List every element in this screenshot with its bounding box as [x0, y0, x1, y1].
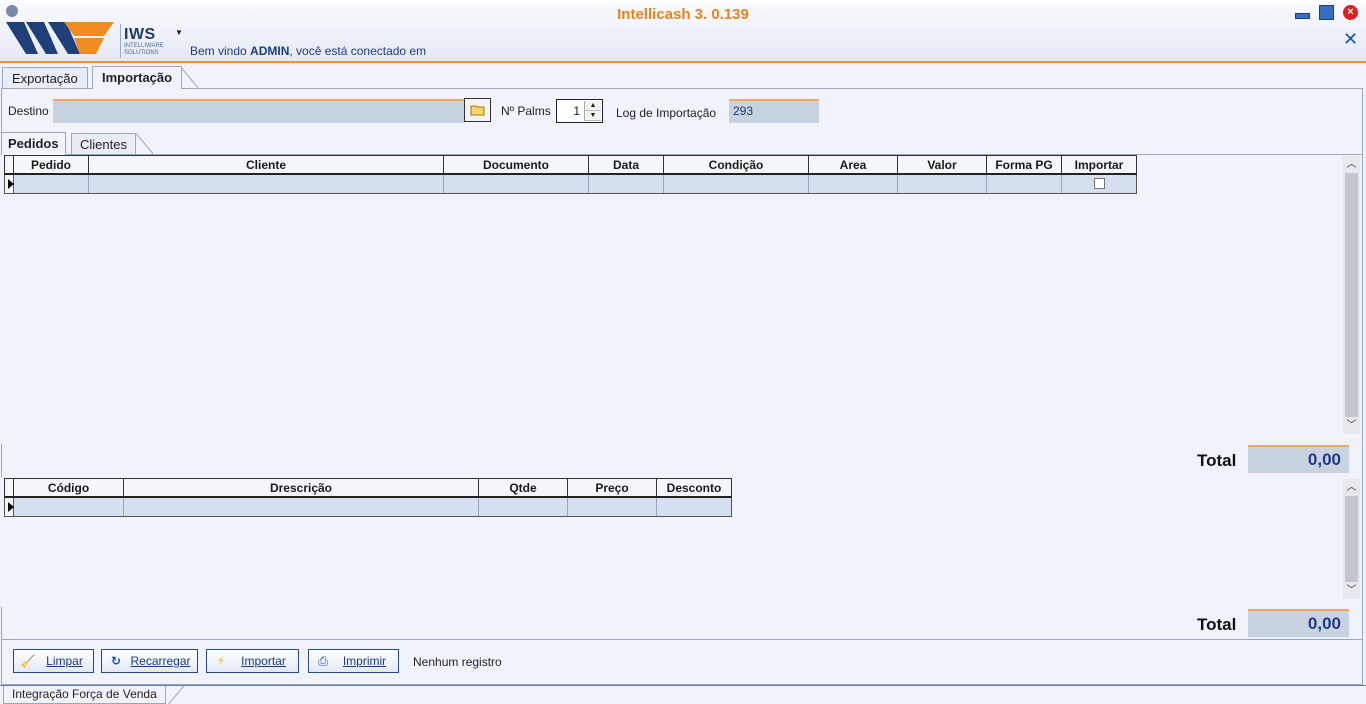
- importar-button[interactable]: ⚡ Importar: [206, 649, 299, 673]
- palms-value: 1: [573, 104, 580, 118]
- cell-condicao[interactable]: [664, 175, 809, 193]
- cell-qtde[interactable]: [479, 498, 568, 516]
- table-row[interactable]: [4, 498, 732, 517]
- tab-integracao-forca-de-venda[interactable]: Integração Força de Venda: [3, 686, 166, 704]
- recarregar-button[interactable]: ↻ Recarregar: [101, 649, 198, 673]
- importar-checkbox[interactable]: [1093, 178, 1105, 189]
- cell-data[interactable]: [589, 175, 664, 193]
- row-indicator-header: [5, 479, 14, 496]
- orders-scrollbar[interactable]: ︿ ﹀: [1343, 156, 1360, 434]
- log-label: Log de Importação: [616, 106, 717, 120]
- scroll-thumb[interactable]: [1345, 173, 1358, 417]
- scroll-down-icon[interactable]: ﹀: [1343, 417, 1360, 434]
- cell-documento[interactable]: [444, 175, 589, 193]
- col-documento[interactable]: Documento: [444, 156, 589, 173]
- imprimir-button[interactable]: ⎙ Imprimir: [308, 649, 399, 673]
- palms-stepper[interactable]: 1 ▲ ▼: [556, 99, 603, 123]
- limpar-button[interactable]: 🧹 Limpar: [13, 649, 94, 673]
- cell-desconto[interactable]: [657, 498, 731, 516]
- col-valor[interactable]: Valor: [898, 156, 987, 173]
- col-desconto[interactable]: Desconto: [657, 479, 731, 496]
- logo-divider: [120, 24, 121, 58]
- cell-codigo[interactable]: [14, 498, 124, 516]
- tab-exportacao[interactable]: Exportação: [2, 67, 88, 89]
- orders-total-label: Total: [1197, 451, 1237, 470]
- log-field: 293: [729, 99, 819, 123]
- minimize-button[interactable]: [1294, 5, 1310, 20]
- iws-logo: [6, 5, 114, 54]
- row-indicator-icon: [5, 175, 14, 193]
- maximize-button[interactable]: [1319, 5, 1334, 20]
- orders-grid-header: Pedido Cliente Documento Data Condição A…: [4, 155, 1137, 175]
- table-row[interactable]: [4, 175, 1137, 194]
- col-data[interactable]: Data: [589, 156, 664, 173]
- folder-icon: [470, 105, 484, 116]
- menu-caret-icon[interactable]: ▼: [175, 28, 183, 37]
- tab-edge: [135, 133, 153, 155]
- col-cliente[interactable]: Cliente: [89, 156, 444, 173]
- cell-importar[interactable]: [1062, 175, 1136, 193]
- scroll-down-icon[interactable]: ﹀: [1343, 582, 1360, 599]
- tab-edge: [180, 67, 198, 89]
- col-pedido[interactable]: Pedido: [14, 156, 89, 173]
- lightning-icon: ⚡: [216, 654, 226, 668]
- row-indicator-header: [5, 156, 14, 173]
- eraser-icon: 🧹: [20, 654, 36, 668]
- cell-descricao[interactable]: [124, 498, 479, 516]
- items-total-value: 0,00: [1248, 609, 1349, 637]
- cell-pedido[interactable]: [14, 175, 89, 193]
- cell-valor[interactable]: [898, 175, 987, 193]
- tab-edge: [168, 686, 186, 704]
- col-codigo[interactable]: Código: [14, 479, 124, 496]
- cell-preco[interactable]: [568, 498, 657, 516]
- col-descricao[interactable]: Drescrição: [124, 479, 479, 496]
- col-forma-pg[interactable]: Forma PG: [987, 156, 1062, 173]
- col-condicao[interactable]: Condição: [664, 156, 809, 173]
- cell-cliente[interactable]: [89, 175, 444, 193]
- stepper-arrows[interactable]: ▲ ▼: [584, 101, 601, 121]
- close-window-icon[interactable]: ✕: [1343, 30, 1358, 48]
- divider: [1, 639, 1363, 640]
- row-indicator-icon: [5, 498, 14, 516]
- col-importar[interactable]: Importar: [1062, 156, 1136, 173]
- stepper-up-icon[interactable]: ▲: [585, 101, 601, 111]
- destino-field[interactable]: [53, 99, 464, 123]
- orders-total-value: 0,00: [1248, 445, 1349, 473]
- printer-icon: ⎙: [318, 654, 328, 668]
- destino-label: Destino: [8, 104, 49, 118]
- cell-forma-pg[interactable]: [987, 175, 1062, 193]
- items-grid-header: Código Drescrição Qtde Preço Desconto: [4, 478, 732, 498]
- title-bar: IWS INTELLIWARE SOLUTIONS ▼ Bem vindo AD…: [0, 0, 1366, 63]
- palms-label: Nº Palms: [501, 104, 551, 118]
- welcome-user: ADMIN: [250, 44, 290, 58]
- col-preco[interactable]: Preço: [568, 479, 657, 496]
- logo-subtext: INTELLIWARE SOLUTIONS: [124, 43, 164, 56]
- scroll-thumb[interactable]: [1345, 496, 1358, 582]
- close-app-button[interactable]: ×: [1343, 5, 1358, 20]
- items-scrollbar[interactable]: ︿ ﹀: [1343, 479, 1360, 599]
- tab-importacao[interactable]: Importação: [92, 66, 183, 89]
- scroll-up-icon[interactable]: ︿: [1343, 156, 1360, 173]
- cell-area[interactable]: [809, 175, 898, 193]
- stepper-down-icon[interactable]: ▼: [585, 111, 601, 121]
- app-title: Intellicash 3. 0.139: [617, 6, 749, 23]
- items-total-label: Total: [1197, 615, 1237, 634]
- bottom-divider: [0, 685, 1366, 686]
- col-area[interactable]: Area: [809, 156, 898, 173]
- tab-clientes[interactable]: Clientes: [71, 133, 136, 155]
- status-message: Nenhum registro: [413, 655, 502, 669]
- orders-grid-area: [1, 154, 1362, 444]
- welcome-message: Bem vindo ADMIN, você está conectado em: [190, 44, 427, 58]
- scroll-up-icon[interactable]: ︿: [1343, 479, 1360, 496]
- reload-icon: ↻: [110, 654, 122, 668]
- browse-folder-button[interactable]: [464, 98, 491, 122]
- col-qtde[interactable]: Qtde: [479, 479, 568, 496]
- tab-pedidos[interactable]: Pedidos: [1, 132, 66, 155]
- logo-text: IWS: [124, 26, 156, 43]
